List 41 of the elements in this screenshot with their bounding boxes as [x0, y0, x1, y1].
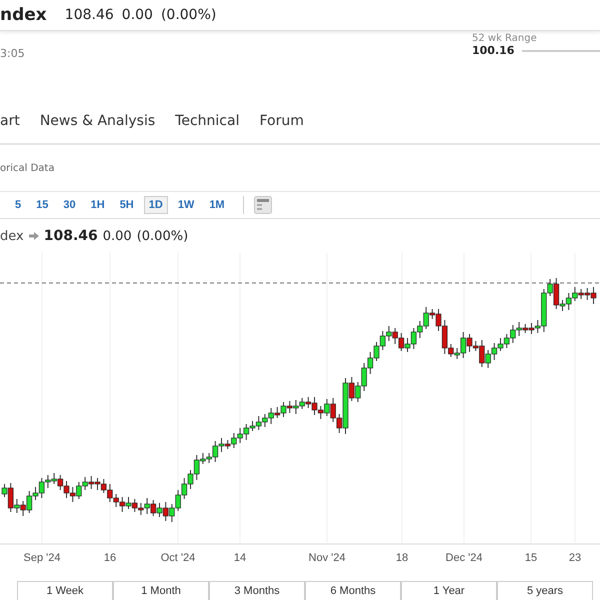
- interval-button[interactable]: 15: [31, 196, 54, 214]
- price-change-percent: (0.00%): [160, 7, 216, 23]
- chart-settings-icon[interactable]: [254, 196, 272, 214]
- price: 108.46: [64, 7, 114, 23]
- interval-button[interactable]: 5: [10, 196, 26, 214]
- x-axis-label: 23: [568, 552, 582, 564]
- historical-data-link[interactable]: orical Data: [0, 162, 54, 174]
- chart-price-change: 0.00: [102, 228, 132, 244]
- x-axis-label: 18: [396, 552, 408, 564]
- x-axis-label: Oct '24: [160, 552, 196, 564]
- x-axis-label: 15: [524, 552, 538, 564]
- nav-tab[interactable]: art: [0, 109, 20, 133]
- interval-button[interactable]: 1W: [172, 196, 200, 214]
- chart-instrument-name: dex: [0, 228, 24, 244]
- interval-button[interactable]: 30: [58, 196, 81, 214]
- period-button[interactable]: 1 Week: [17, 581, 113, 600]
- x-axis-label: Dec '24: [446, 552, 482, 564]
- update-time: 3:05: [0, 47, 25, 62]
- nav-tab[interactable]: Technical: [175, 109, 240, 133]
- period-button[interactable]: 3 Months: [209, 581, 305, 600]
- x-axis-label: 14: [234, 552, 246, 564]
- nav-tab[interactable]: News & Analysis: [40, 109, 156, 133]
- chart-price-change-percent: (0.00%): [136, 228, 188, 244]
- price-change: 0.00: [122, 7, 153, 23]
- period-button[interactable]: 1 Month: [113, 581, 209, 600]
- nav-tab[interactable]: Forum: [259, 109, 304, 133]
- right-arrow-icon: [28, 232, 39, 240]
- range-low-value: 100.16: [472, 44, 514, 57]
- interval-button[interactable]: 1M: [204, 196, 230, 214]
- x-axis-label: Sep '24: [24, 552, 60, 564]
- period-button[interactable]: 5 years: [497, 581, 593, 600]
- period-button[interactable]: 6 Months: [305, 581, 401, 600]
- instrument-name: ndex: [0, 5, 47, 25]
- period-button[interactable]: 1 Year: [401, 581, 497, 600]
- interval-button[interactable]: 1D: [144, 196, 168, 214]
- interval-button[interactable]: 5H: [114, 196, 139, 214]
- interval-button[interactable]: 1H: [86, 196, 110, 214]
- x-axis-label: 16: [104, 552, 116, 564]
- chart-price: 108.46: [44, 228, 98, 244]
- x-axis-label: Nov '24: [308, 552, 346, 564]
- range-label: 52 wk Range: [472, 33, 538, 44]
